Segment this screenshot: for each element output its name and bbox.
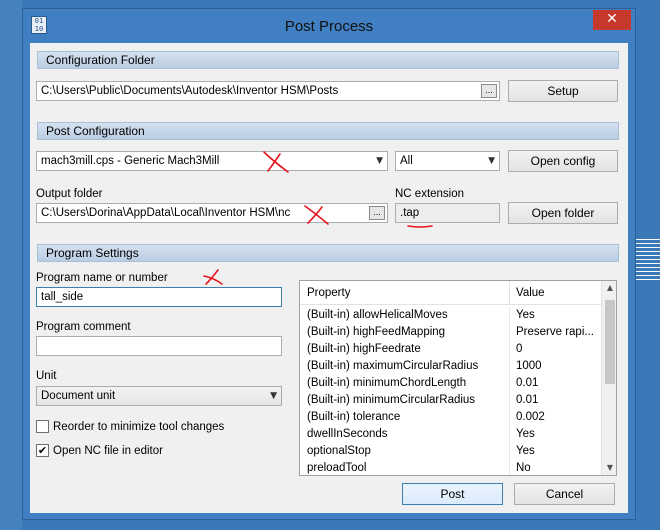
property-name: (Built-in) allowHelicalMoves (307, 309, 448, 321)
property-name: (Built-in) highFeedrate (307, 343, 421, 355)
property-name: dwellInSeconds (307, 428, 388, 440)
close-icon: ✕ (606, 11, 618, 27)
title-bar[interactable]: 01 10 Post Process ✕ (23, 9, 635, 43)
column-divider (509, 341, 510, 358)
property-value[interactable]: 1000 (516, 358, 602, 375)
property-value[interactable]: Yes (516, 426, 602, 443)
config-folder-browse-button[interactable]: ... (481, 84, 497, 98)
post-filter-select[interactable]: All ▼ (395, 151, 500, 171)
setup-button[interactable]: Setup (508, 80, 618, 102)
unit-select[interactable]: Document unit ▼ (36, 386, 282, 406)
nc-extension-text: .tap (400, 207, 420, 219)
open-nc-checkbox-label: Open NC file in editor (53, 445, 163, 457)
property-name: (Built-in) minimumChordLength (307, 377, 467, 389)
scroll-down-icon[interactable]: ▼ (602, 463, 616, 472)
column-divider (509, 307, 510, 324)
post-filter-selected: All (400, 155, 413, 167)
column-divider (509, 375, 510, 392)
dialog-body: Configuration Folder C:\Users\Public\Doc… (30, 43, 628, 513)
program-name-label: Program name or number (36, 272, 168, 284)
property-name: (Built-in) highFeedMapping (307, 326, 446, 338)
column-divider (509, 324, 510, 341)
property-row[interactable]: (Built-in) tolerance 0.002 (300, 409, 604, 426)
program-name-text: tall_side (41, 291, 84, 303)
program-comment-field[interactable] (36, 336, 282, 356)
section-header-configuration-folder: Configuration Folder (37, 51, 619, 69)
property-value[interactable]: 0.002 (516, 409, 602, 426)
chevron-down-icon: ▼ (376, 156, 383, 166)
property-value[interactable]: 0 (516, 341, 602, 358)
post-process-dialog: 01 10 Post Process ✕ Configuration Folde… (22, 8, 636, 520)
property-value[interactable]: No (516, 460, 602, 475)
open-config-button[interactable]: Open config (508, 150, 618, 172)
property-value[interactable]: 0.01 (516, 375, 602, 392)
property-grid-header: Property Value (300, 281, 604, 305)
section-header-program-settings: Program Settings (37, 244, 619, 262)
property-row[interactable]: (Built-in) highFeedrate 0 (300, 341, 604, 358)
property-row[interactable]: (Built-in) minimumCircularRadius 0.01 (300, 392, 604, 409)
reorder-checkbox[interactable] (36, 420, 49, 433)
post-processor-selected: mach3mill.cps - Generic Mach3Mill (41, 155, 220, 167)
open-folder-button[interactable]: Open folder (508, 202, 618, 224)
output-folder-path-text: C:\Users\Dorina\AppData\Local\Inventor H… (41, 207, 291, 219)
open-nc-checkbox[interactable]: ✔ (36, 444, 49, 457)
config-folder-path-text: C:\Users\Public\Documents\Autodesk\Inven… (41, 85, 339, 97)
scrollbar-thumb[interactable] (605, 300, 615, 384)
chevron-down-icon: ▼ (488, 156, 495, 166)
unit-selected: Document unit (41, 390, 116, 402)
post-button[interactable]: Post (402, 483, 503, 505)
cancel-button[interactable]: Cancel (514, 483, 615, 505)
property-name: optionalStop (307, 445, 371, 457)
property-row[interactable]: (Built-in) maximumCircularRadius 1000 (300, 358, 604, 375)
property-grid-scrollbar[interactable]: ▲ ▼ (601, 281, 616, 475)
section-header-post-configuration: Post Configuration (37, 122, 619, 140)
nc-extension-field[interactable]: .tap (395, 203, 500, 223)
property-name: (Built-in) maximumCircularRadius (307, 360, 479, 372)
property-name: (Built-in) minimumCircularRadius (307, 394, 476, 406)
close-button[interactable]: ✕ (593, 10, 631, 30)
scroll-up-icon[interactable]: ▲ (602, 283, 616, 292)
property-row[interactable]: optionalStop Yes (300, 443, 604, 460)
unit-label: Unit (36, 370, 57, 382)
output-folder-browse-button[interactable]: ... (369, 206, 385, 220)
column-divider (509, 426, 510, 443)
program-comment-label: Program comment (36, 321, 131, 333)
window-title: Post Process (284, 18, 374, 35)
reorder-checkbox-label: Reorder to minimize tool changes (53, 421, 225, 433)
column-divider (509, 409, 510, 426)
property-value[interactable]: 0.01 (516, 392, 602, 409)
nc-extension-label: NC extension (395, 188, 465, 200)
output-folder-label: Output folder (36, 188, 103, 200)
post-processor-select[interactable]: mach3mill.cps - Generic Mach3Mill ▼ (36, 151, 388, 171)
output-folder-path-field[interactable]: C:\Users\Dorina\AppData\Local\Inventor H… (36, 203, 388, 223)
property-value[interactable]: Yes (516, 443, 602, 460)
desktop-background-lines (636, 236, 660, 280)
column-divider (509, 281, 510, 305)
property-value[interactable]: Yes (516, 307, 602, 324)
property-row[interactable]: (Built-in) allowHelicalMoves Yes (300, 307, 604, 324)
property-value[interactable]: Preserve rapi... (516, 324, 602, 341)
property-row[interactable]: preloadTool No (300, 460, 604, 475)
property-grid[interactable]: Property Value (Built-in) allowHelicalMo… (299, 280, 617, 476)
property-row[interactable]: dwellInSeconds Yes (300, 426, 604, 443)
column-divider (509, 392, 510, 409)
desktop-background (0, 0, 22, 530)
column-divider (509, 460, 510, 475)
column-divider (509, 443, 510, 460)
program-name-field[interactable]: tall_side (36, 287, 282, 307)
property-row[interactable]: (Built-in) highFeedMapping Preserve rapi.… (300, 324, 604, 341)
check-icon: ✔ (37, 444, 48, 457)
config-folder-path-field[interactable]: C:\Users\Public\Documents\Autodesk\Inven… (36, 81, 500, 101)
property-name: preloadTool (307, 462, 367, 474)
column-header-value[interactable]: Value (516, 287, 545, 299)
property-name: (Built-in) tolerance (307, 411, 401, 423)
property-row[interactable]: (Built-in) minimumChordLength 0.01 (300, 375, 604, 392)
column-divider (509, 358, 510, 375)
chevron-down-icon: ▼ (270, 391, 277, 401)
column-header-property[interactable]: Property (307, 287, 350, 299)
